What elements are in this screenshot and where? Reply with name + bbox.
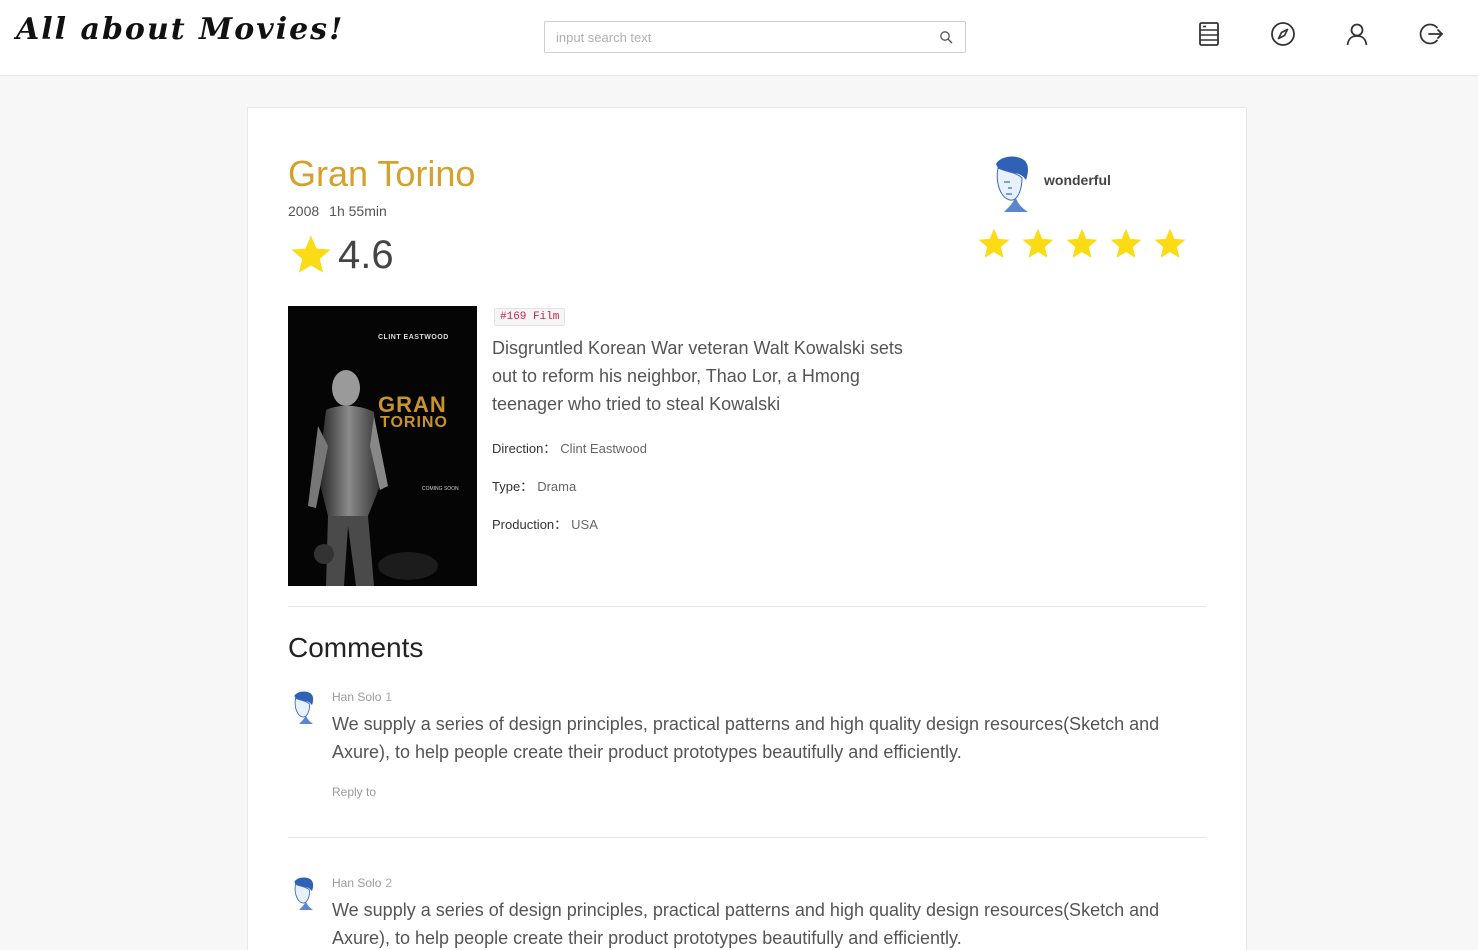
star-icon [291, 235, 331, 273]
comment-author-name: Han Solo [332, 690, 382, 704]
reply-button[interactable]: Reply to [332, 785, 376, 799]
review-username: wonderful [1044, 172, 1111, 188]
star-icon[interactable] [1108, 226, 1144, 262]
direction-value: Clint Eastwood [560, 441, 648, 456]
rating-value: 4.6 [338, 232, 394, 277]
movie-poster: CLINT EASTWOOD GRAN TORINO COMING SOON [288, 306, 477, 586]
production-label: Production： [492, 517, 568, 532]
review-stars[interactable] [976, 226, 1188, 262]
divider [288, 606, 1206, 607]
search-icon[interactable] [939, 30, 953, 44]
star-icon[interactable] [1020, 226, 1056, 262]
search-input[interactable] [545, 22, 925, 52]
avatar[interactable] [986, 154, 1032, 212]
comment-text: We supply a series of design principles,… [332, 714, 1160, 762]
avatar[interactable] [288, 690, 316, 724]
comment-number: 1 [385, 690, 393, 704]
site-logo[interactable]: All about Movies! [16, 12, 344, 47]
poster-coming-soon: COMING SOON [422, 486, 459, 492]
direction-row: Direction： Clint Eastwood [492, 438, 647, 457]
movie-meta: 2008 1h 55min [288, 203, 387, 219]
comments-title: Comments [288, 632, 424, 663]
movie-year: 2008 [288, 203, 320, 219]
logout-icon[interactable] [1417, 20, 1445, 48]
movie-duration: 1h 55min [329, 203, 387, 219]
divider [288, 837, 1206, 838]
production-row: Production： USA [492, 514, 598, 533]
avatar[interactable] [288, 876, 316, 910]
top-header: All about Movies! [0, 0, 1478, 76]
star-icon[interactable] [976, 226, 1012, 262]
comment-author[interactable]: Han Solo 2 [332, 876, 392, 890]
comment-author[interactable]: Han Solo 1 [332, 690, 392, 704]
movie-description: Disgruntled Korean War veteran Walt Kowa… [492, 338, 903, 414]
search-box[interactable] [544, 21, 966, 53]
movie-tag: #169 Film [494, 308, 566, 326]
type-value: Drama [537, 479, 577, 494]
star-icon[interactable] [1064, 226, 1100, 262]
compass-icon[interactable] [1269, 20, 1297, 48]
star-icon[interactable] [1152, 226, 1188, 262]
direction-label: Direction： [492, 441, 557, 456]
comment-author-name: Han Solo [332, 876, 382, 890]
production-value: USA [571, 517, 598, 532]
type-row: Type： Drama [492, 476, 576, 495]
comment-text: We supply a series of design principles,… [332, 900, 1160, 948]
poster-actor-name: CLINT EASTWOOD [378, 334, 449, 341]
movie-card: Gran Torino 2008 1h 55min 4.6 wonderful [247, 107, 1247, 950]
list-icon[interactable] [1195, 20, 1223, 48]
user-icon[interactable] [1343, 20, 1371, 48]
comment-number: 2 [385, 876, 393, 890]
poster-title-2: TORINO [380, 414, 448, 431]
type-label: Type： [492, 479, 534, 494]
movie-title: Gran Torino [288, 153, 476, 194]
movie-rating: 4.6 [288, 230, 394, 280]
